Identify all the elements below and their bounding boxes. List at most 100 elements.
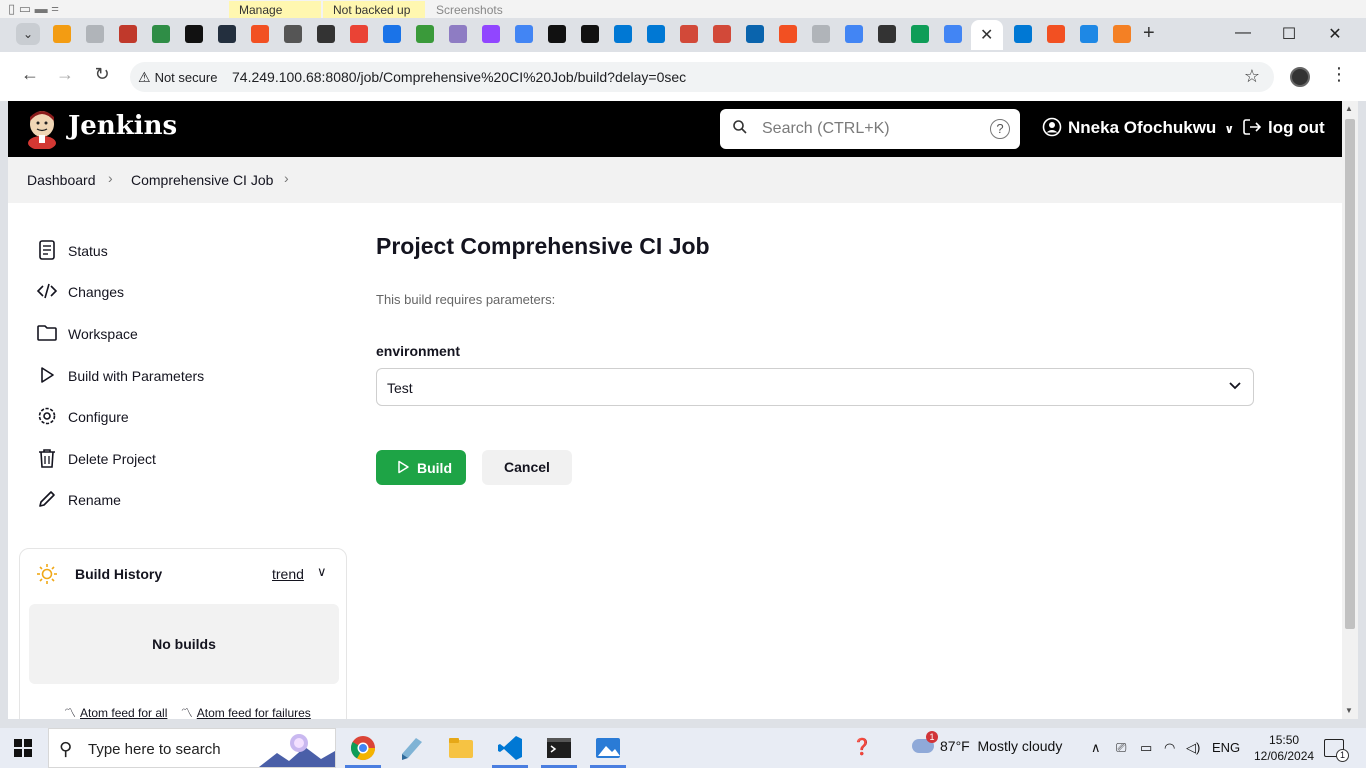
- vscode-icon[interactable]: [496, 734, 524, 762]
- breadcrumb-dashboard[interactable]: Dashboard: [27, 172, 96, 188]
- user-name: Nneka Ofochukwu: [1068, 118, 1217, 137]
- bookmark-star-icon[interactable]: ☆: [1244, 66, 1260, 87]
- scrollbar-thumb[interactable]: [1345, 119, 1355, 629]
- diamond-icon[interactable]: [383, 25, 401, 43]
- collapse-icon[interactable]: [812, 25, 830, 43]
- azure-icon[interactable]: [614, 25, 632, 43]
- edge-icon[interactable]: [1080, 25, 1098, 43]
- profile-avatar[interactable]: [1290, 67, 1310, 87]
- build-button[interactable]: Build: [376, 450, 466, 485]
- environment-select[interactable]: Test: [376, 368, 1254, 406]
- breadcrumb-separator-icon[interactable]: ›: [284, 170, 289, 186]
- search-box[interactable]: Search (CTRL+K) ?: [720, 109, 1020, 149]
- box-icon[interactable]: [53, 25, 71, 43]
- battery-icon[interactable]: ▭: [1140, 740, 1152, 756]
- taskbar-search-input[interactable]: Type here to search: [88, 741, 221, 758]
- aws-icon[interactable]: [218, 25, 236, 43]
- drive-icon[interactable]: [911, 25, 929, 43]
- user-menu[interactable]: Nneka Ofochukwu ∨: [1042, 117, 1234, 138]
- jenkins-icon[interactable]: [680, 25, 698, 43]
- back-icon[interactable]: ←: [18, 64, 42, 85]
- close-tab-icon[interactable]: ✕: [980, 25, 993, 45]
- chart-icon[interactable]: [185, 25, 203, 43]
- jenkins-brand[interactable]: Jenkins: [68, 111, 177, 141]
- weather-condition: Mostly cloudy: [977, 738, 1063, 754]
- minimize-icon[interactable]: —: [1228, 24, 1258, 42]
- globe-icon[interactable]: [284, 25, 302, 43]
- logout-link[interactable]: log out: [1242, 117, 1325, 138]
- breadcrumb-job[interactable]: Comprehensive CI Job: [131, 172, 273, 188]
- new-tab-icon[interactable]: +: [1143, 22, 1155, 45]
- google-icon[interactable]: [845, 25, 863, 43]
- search-highlight-art-icon: [259, 734, 335, 767]
- outlook-icon[interactable]: [746, 25, 764, 43]
- trend-link[interactable]: trend: [272, 566, 304, 582]
- terminal-icon[interactable]: [545, 734, 573, 762]
- scroll-up-icon[interactable]: ▲: [1345, 104, 1353, 113]
- microsoft-icon[interactable]: [251, 25, 269, 43]
- gmail-icon[interactable]: [350, 25, 368, 43]
- redis-icon[interactable]: [119, 25, 137, 43]
- cloud-icon: 1: [912, 731, 938, 753]
- address-bar[interactable]: ⚠ Not secure 74.249.100.68:8080/job/Compr…: [130, 62, 1274, 92]
- collapse-icon[interactable]: [86, 25, 104, 43]
- notification-center-icon[interactable]: 1: [1324, 739, 1349, 762]
- docs-icon[interactable]: [515, 25, 533, 43]
- close-window-icon[interactable]: ✕: [1320, 24, 1350, 44]
- atom-feed-failures-link[interactable]: Atom feed for failures: [197, 706, 311, 719]
- atom-feed-all-link[interactable]: Atom feed for all: [80, 706, 167, 719]
- active-tab[interactable]: ✕: [971, 20, 1003, 50]
- page-scrollbar[interactable]: ▲ ▼: [1342, 101, 1358, 719]
- docs-icon[interactable]: [944, 25, 962, 43]
- taskbar-search[interactable]: ⚲ Type here to search: [48, 728, 336, 768]
- browser-toolbar: ← → ↻ ⚠ Not secure 74.249.100.68:8080/job…: [0, 52, 1366, 101]
- cube-icon[interactable]: [449, 25, 467, 43]
- github-icon[interactable]: [581, 25, 599, 43]
- breadcrumb-separator-icon[interactable]: ›: [108, 170, 113, 186]
- reload-icon[interactable]: ↻: [90, 64, 114, 85]
- openai-icon[interactable]: [317, 25, 335, 43]
- jenkins-icon[interactable]: [713, 25, 731, 43]
- github-icon[interactable]: [548, 25, 566, 43]
- language-indicator[interactable]: ENG: [1212, 740, 1240, 755]
- chevron-up-icon[interactable]: ∧: [1091, 740, 1101, 756]
- chrome-taskbar-icon[interactable]: [349, 734, 377, 762]
- background-tag-not-backed-up: Not backed up: [323, 1, 425, 18]
- tab-search-button[interactable]: ⌄: [16, 23, 40, 45]
- security-indicator[interactable]: ⚠ Not secure: [138, 69, 217, 86]
- azure-icon[interactable]: [647, 25, 665, 43]
- scroll-down-icon[interactable]: ▼: [1345, 706, 1353, 715]
- twitch-icon[interactable]: [482, 25, 500, 43]
- url-text[interactable]: 74.249.100.68:8080/job/Comprehensive%20C…: [232, 69, 686, 85]
- file-explorer-icon[interactable]: [447, 734, 475, 762]
- chevron-down-icon: ∨: [1224, 122, 1235, 136]
- microsoft-icon[interactable]: [779, 25, 797, 43]
- forward-icon[interactable]: →: [53, 64, 77, 85]
- cancel-button[interactable]: Cancel: [482, 450, 572, 485]
- search-input[interactable]: Search (CTRL+K): [762, 120, 890, 138]
- search-icon: [733, 120, 747, 134]
- maximize-icon[interactable]: ☐: [1274, 24, 1304, 44]
- system-clock[interactable]: 15:50 12/06/2024: [1254, 732, 1314, 764]
- stackoverflow-icon[interactable]: [1113, 25, 1131, 43]
- notepad-app-icon[interactable]: [398, 734, 426, 762]
- logout-label: log out: [1268, 118, 1325, 137]
- wifi-icon[interactable]: ◠: [1164, 740, 1175, 756]
- meet-icon[interactable]: ⎚: [1116, 740, 1126, 756]
- windows-start-icon[interactable]: [14, 739, 32, 757]
- help-app-icon[interactable]: ❓: [852, 737, 872, 757]
- jenkins-logo-icon[interactable]: [26, 109, 58, 149]
- azure-icon[interactable]: [1014, 25, 1032, 43]
- jenkins-header: Jenkins Search (CTRL+K) ? Nneka Ofochukw…: [8, 101, 1342, 157]
- weather-widget[interactable]: 1 87°F Mostly cloudy: [912, 731, 1063, 754]
- browser-menu-icon[interactable]: ⋮: [1330, 64, 1348, 85]
- chevron-down-icon[interactable]: ∨: [317, 564, 327, 580]
- openai-icon[interactable]: [878, 25, 896, 43]
- microsoft-icon[interactable]: [1047, 25, 1065, 43]
- photos-icon[interactable]: [594, 734, 622, 762]
- geeks-icon[interactable]: [152, 25, 170, 43]
- pencil-icon: [39, 491, 55, 507]
- volume-icon[interactable]: ◁): [1186, 740, 1200, 756]
- frog-icon[interactable]: [416, 25, 434, 43]
- help-icon[interactable]: ?: [990, 119, 1010, 139]
